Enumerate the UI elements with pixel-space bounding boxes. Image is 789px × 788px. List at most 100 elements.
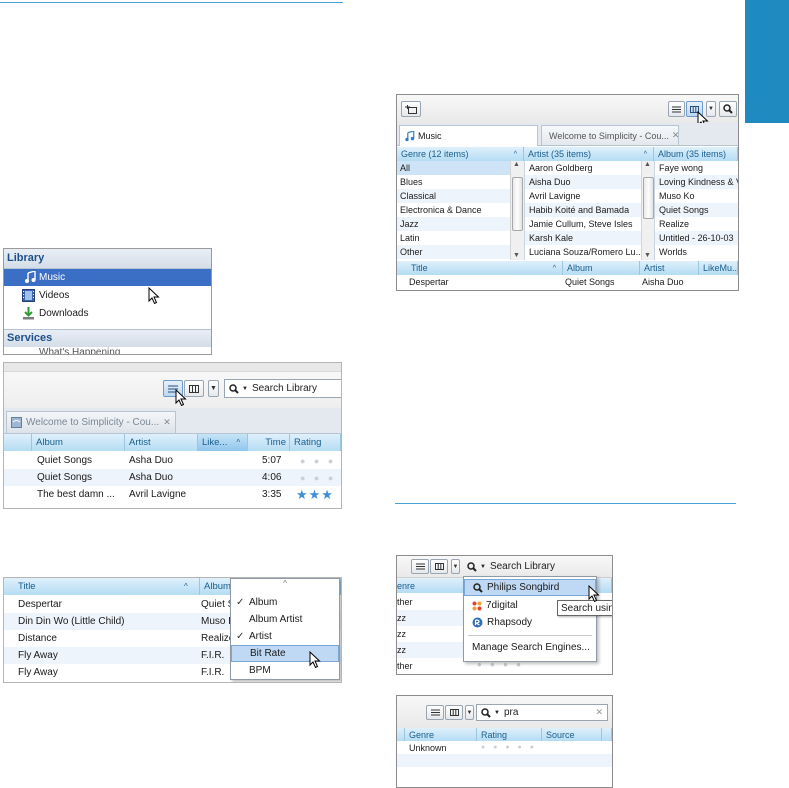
column-header-artist[interactable]: Artist: [125, 434, 198, 451]
sidebar-item-whats-happening[interactable]: What's Happening: [4, 347, 211, 354]
list-item[interactable]: All: [397, 161, 524, 175]
table-row[interactable]: Quiet Songs Asha Duo 4:06 ● ● ●: [4, 469, 341, 486]
genre-filter-header[interactable]: Genre (12 items) ^: [397, 147, 524, 161]
list-item[interactable]: ther: [397, 658, 467, 674]
scroll-up-icon[interactable]: ▲: [513, 161, 520, 168]
genre-label: zz: [397, 645, 406, 655]
list-item[interactable]: Untitled - 26-10-03: [655, 231, 738, 245]
search-result-toolbar: ▼ ▼ pra ✕: [397, 696, 612, 729]
scrollbar-thumb[interactable]: [643, 177, 654, 219]
artist-scrollbar[interactable]: ▲ ▼: [641, 161, 655, 260]
list-item[interactable]: zz: [397, 626, 467, 642]
menu-scroll-up-icon[interactable]: ^: [231, 579, 339, 592]
column-header-title[interactable]: Title ^: [397, 261, 563, 275]
rating-stars[interactable]: ★★★: [296, 486, 334, 503]
menu-item-rhapsody[interactable]: Rhapsody: [464, 614, 596, 631]
table-row[interactable]: The best damn ... Avril Lavigne 3:35 ★★★: [4, 486, 341, 503]
new-tab-button[interactable]: [401, 101, 421, 117]
list-item[interactable]: Karsh Kale: [525, 231, 655, 245]
list-item[interactable]: Jamie Cullum, Steve Isles: [525, 217, 655, 231]
sidebar-item-music[interactable]: Music: [4, 269, 211, 286]
close-icon[interactable]: ✕: [163, 417, 171, 428]
column-header-time[interactable]: Time: [248, 434, 290, 451]
filter-view-button[interactable]: [430, 559, 448, 574]
column-header-likemusic[interactable]: LikeMu...: [699, 261, 738, 275]
close-icon[interactable]: ✕: [672, 130, 678, 141]
rating-stars[interactable]: ● ● ●: [300, 469, 336, 486]
list-item[interactable]: Aisha Duo: [525, 175, 655, 189]
album-label: Untitled - 26-10-03: [659, 233, 734, 243]
table-row[interactable]: Unknown ● ● ● ● ●: [397, 741, 612, 754]
column-header-album[interactable]: Album: [32, 434, 125, 451]
table-row[interactable]: Despertar Quiet Songs Aisha Duo: [397, 275, 738, 289]
table-row[interactable]: Quiet Songs Asha Duo 5:07 ● ● ●: [4, 452, 341, 469]
list-item[interactable]: Avril Lavigne: [525, 189, 655, 203]
tab-welcome[interactable]: Welcome to Simplicity - Cou... ✕: [6, 411, 176, 433]
view-dropdown-button[interactable]: ▼: [451, 559, 460, 574]
list-item[interactable]: Loving Kindness & V: [655, 175, 738, 189]
menu-item-label: Manage Search Engines...: [472, 642, 590, 653]
column-header-rating[interactable]: Rating: [290, 434, 341, 451]
view-dropdown-button[interactable]: ▼: [208, 380, 219, 397]
list-item[interactable]: Jazz: [397, 217, 524, 231]
search-button[interactable]: [719, 101, 737, 117]
magnifier-icon: [481, 707, 491, 718]
genre-label: Other: [400, 247, 423, 257]
list-item[interactable]: Realize: [655, 217, 738, 231]
sidebar-item-downloads[interactable]: Downloads: [4, 305, 211, 322]
column-header-album[interactable]: Album: [563, 261, 640, 275]
list-item[interactable]: Classical: [397, 189, 524, 203]
list-item[interactable]: ther: [397, 594, 467, 610]
menu-item-artist[interactable]: ✓ Artist: [231, 628, 339, 645]
menu-item-manage-search-engines[interactable]: Manage Search Engines...: [464, 639, 596, 656]
list-item[interactable]: Muso Ko: [655, 189, 738, 203]
list-item[interactable]: Quiet Songs: [655, 203, 738, 217]
list-item[interactable]: Other: [397, 245, 524, 259]
sidebar-item-videos[interactable]: Videos: [4, 287, 211, 304]
album-filter-header[interactable]: Album (35 items): [654, 147, 738, 161]
search-input[interactable]: ▼ pra ✕: [476, 704, 608, 721]
column-header-artist[interactable]: Artist: [640, 261, 699, 275]
list-item[interactable]: Luciana Souza/Romero Lu...: [525, 245, 655, 259]
list-item[interactable]: Latin: [397, 231, 524, 245]
column-header-title[interactable]: Title ^: [4, 578, 200, 595]
list-item[interactable]: Blues: [397, 175, 524, 189]
list-item[interactable]: Aaron Goldberg: [525, 161, 655, 175]
list-view-button[interactable]: [426, 705, 444, 720]
column-header-like[interactable]: Like... ^: [198, 434, 248, 451]
menu-item-album-artist[interactable]: Album Artist: [231, 611, 339, 628]
menu-item-bit-rate[interactable]: Bit Rate: [231, 645, 339, 662]
view-dropdown-button[interactable]: ▼: [465, 705, 474, 720]
column-header-genre[interactable]: Genre: [405, 728, 477, 741]
scrollbar-thumb[interactable]: [512, 177, 523, 231]
scroll-down-icon[interactable]: ▼: [644, 252, 651, 259]
list-item[interactable]: Electronica & Dance: [397, 203, 524, 217]
rating-stars[interactable]: ● ● ● ● ●: [481, 741, 537, 754]
filter-view-button[interactable]: [184, 380, 204, 397]
list-item[interactable]: Worlds: [655, 245, 738, 259]
list-item[interactable]: Habib Koité and Bamada: [525, 203, 655, 217]
column-picker-menu: ^ ✓ Album Album Artist ✓ Artist Bit Rate…: [230, 578, 340, 680]
genre-label: zz: [397, 629, 406, 639]
clear-search-icon[interactable]: ✕: [595, 707, 603, 718]
genre-scrollbar[interactable]: ▲ ▼: [510, 161, 524, 260]
filter-view-button[interactable]: [445, 705, 463, 720]
search-input[interactable]: ▼ Search Library: [463, 558, 612, 575]
search-input[interactable]: ▼ Search Library: [224, 379, 341, 398]
column-header-source[interactable]: Source: [542, 728, 602, 741]
list-item[interactable]: Faye wong: [655, 161, 738, 175]
tab-music[interactable]: Music: [399, 125, 538, 146]
rating-stars[interactable]: ● ● ●: [300, 452, 336, 469]
artist-filter-header[interactable]: Artist (35 items) ^: [524, 147, 654, 161]
list-view-button[interactable]: [411, 559, 429, 574]
menu-item-philips-songbird[interactable]: Philips Songbird: [464, 579, 596, 596]
scroll-down-icon[interactable]: ▼: [513, 252, 520, 259]
column-header-rating[interactable]: Rating: [477, 728, 542, 741]
scroll-up-icon[interactable]: ▲: [644, 161, 651, 168]
menu-item-bpm[interactable]: BPM: [231, 662, 339, 679]
list-view-button[interactable]: [668, 101, 685, 117]
list-item[interactable]: zz: [397, 610, 467, 626]
list-item[interactable]: zz: [397, 642, 467, 658]
menu-item-album[interactable]: ✓ Album: [231, 594, 339, 611]
tab-welcome[interactable]: Welcome to Simplicity - Cou... ✕: [541, 125, 679, 145]
